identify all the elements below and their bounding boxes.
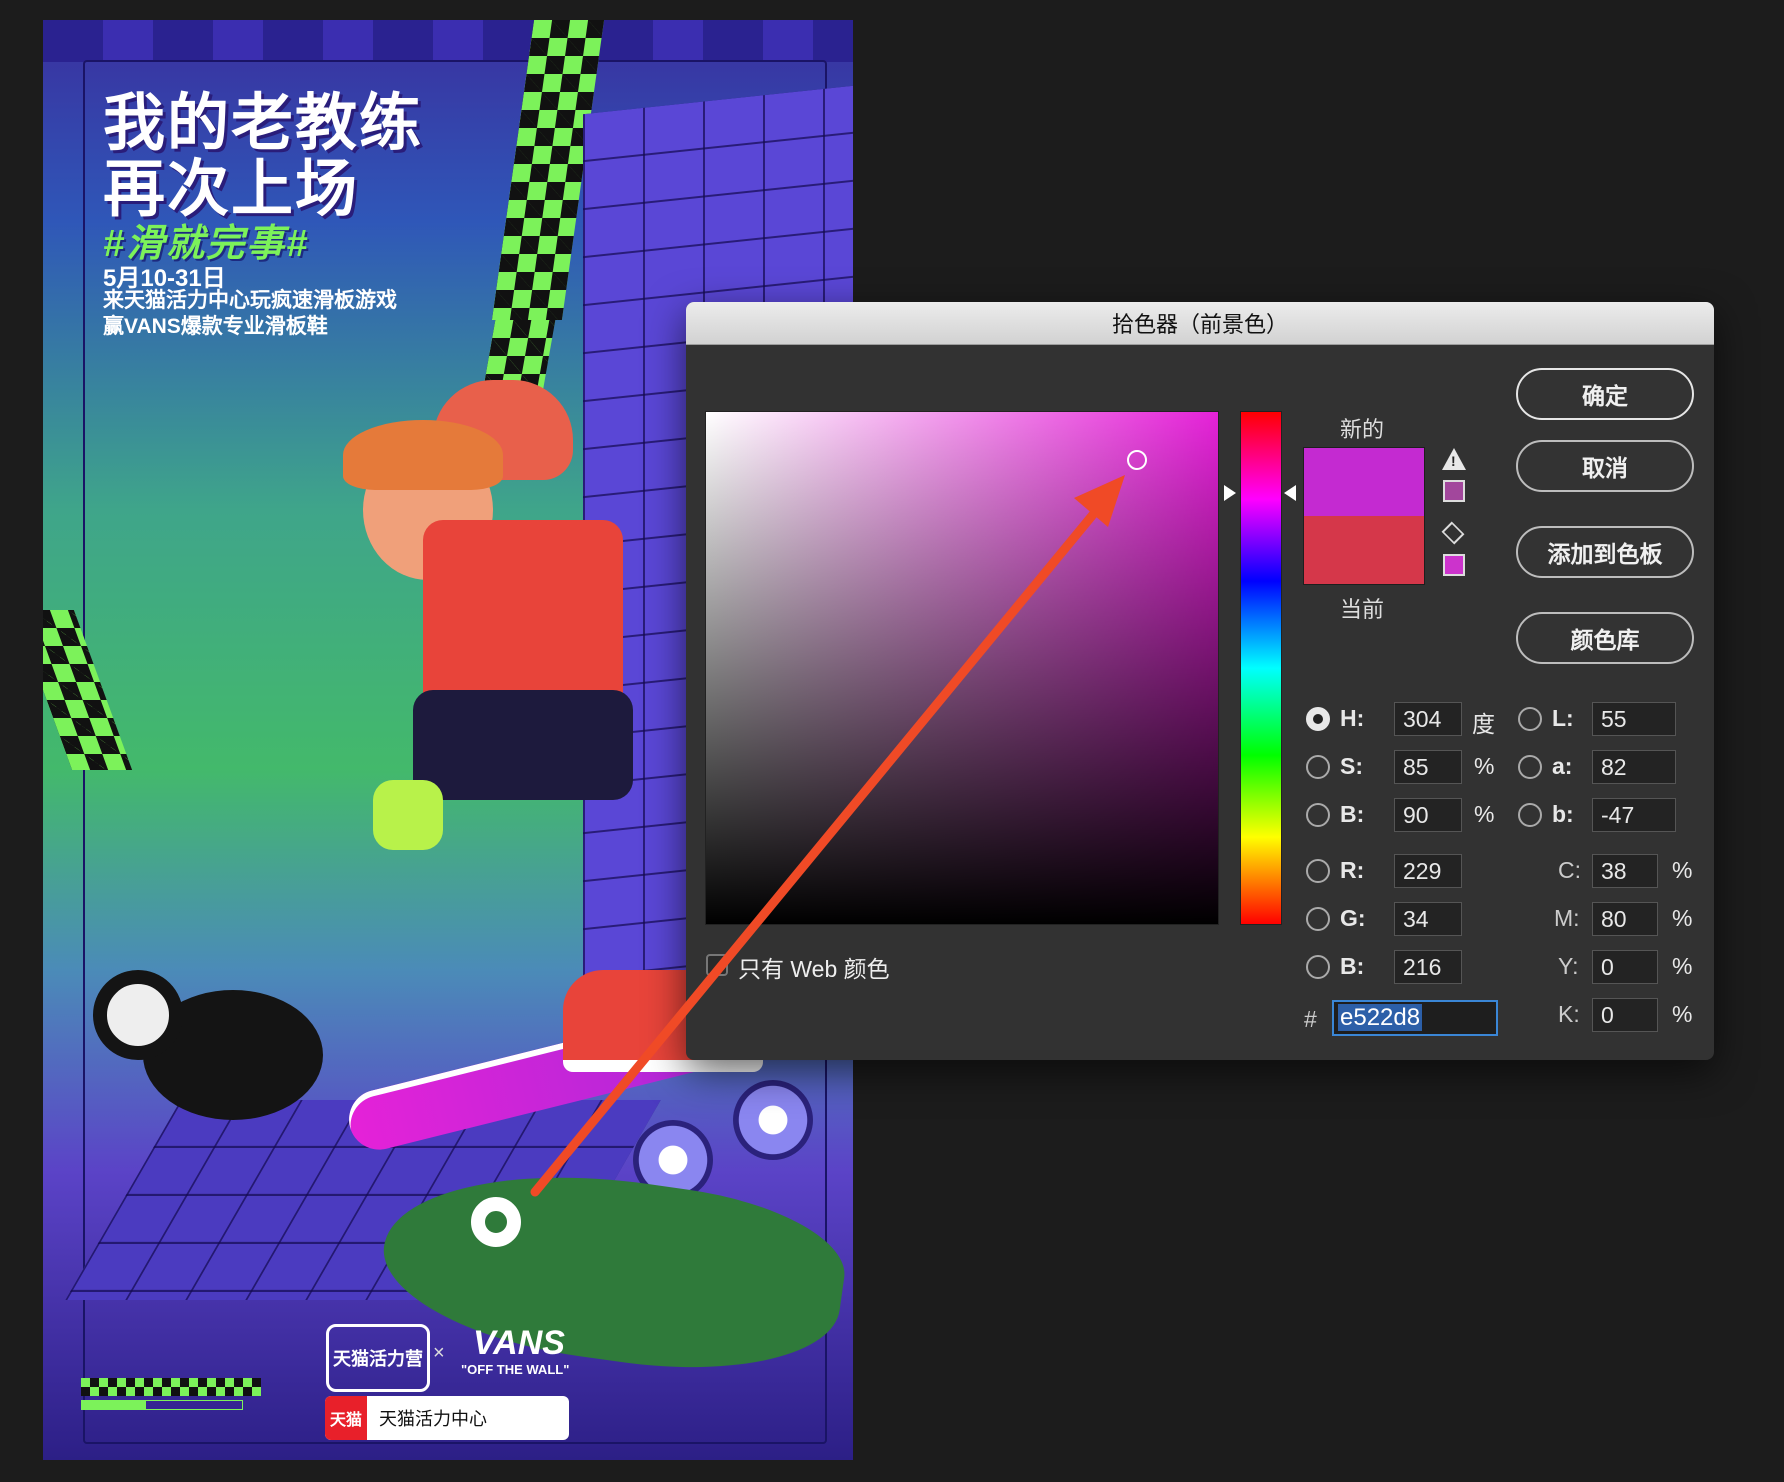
label-hue: H: <box>1340 705 1365 731</box>
label-blue: B: <box>1340 953 1365 979</box>
poster-top-frame <box>43 20 853 62</box>
radio-lab-b[interactable] <box>1518 803 1542 827</box>
unit-percent-s: % <box>1474 753 1495 779</box>
tmall-search-brand: 天猫 <box>325 1396 367 1440</box>
swatch-frame <box>1303 447 1425 585</box>
lab-b-input[interactable]: -47 <box>1592 798 1676 832</box>
progress-bar-bottom <box>81 1400 243 1410</box>
lab-a-input[interactable]: 82 <box>1592 750 1676 784</box>
radio-hue[interactable] <box>1306 707 1330 731</box>
poster-desc-line2: 赢VANS爆款专业滑板鞋 <box>103 315 328 338</box>
hue-slider-arrow-right-icon[interactable] <box>1284 485 1296 501</box>
tmall-search-bar: 天猫 天猫活力中心 <box>325 1396 569 1440</box>
unit-degree: 度 <box>1472 711 1495 737</box>
magenta-input[interactable]: 80 <box>1592 902 1658 936</box>
gamut-correction-swatch[interactable] <box>1443 480 1465 502</box>
new-color-label: 新的 <box>1340 417 1385 442</box>
label-yellow: Y: <box>1558 953 1579 979</box>
skateboard-wheel-2 <box>733 1080 813 1160</box>
color-picker-dialog: 拾色器（前景色） 新的 当前 ! 确定 取消 添加到色板 颜色库 H: 304 … <box>686 302 1714 1060</box>
label-saturation: S: <box>1340 753 1363 779</box>
checker-bar-bottom <box>81 1378 261 1396</box>
red-input[interactable]: 229 <box>1394 854 1462 888</box>
saturation-brightness-field[interactable] <box>706 412 1218 924</box>
logo-separator: × <box>433 1342 445 1364</box>
web-colors-only-label: 只有 Web 颜色 <box>738 956 890 982</box>
label-lightness: L: <box>1552 705 1574 731</box>
current-color-label: 当前 <box>1340 597 1385 622</box>
black-input[interactable]: 0 <box>1592 998 1658 1032</box>
cancel-button[interactable]: 取消 <box>1516 440 1694 492</box>
dog-figure <box>73 950 333 1150</box>
green-input[interactable]: 34 <box>1394 902 1462 936</box>
radio-blue[interactable] <box>1306 955 1330 979</box>
brightness-input[interactable]: 90 <box>1394 798 1462 832</box>
add-to-swatches-button[interactable]: 添加到色板 <box>1516 526 1694 578</box>
unit-percent-b: % <box>1474 801 1495 827</box>
radio-saturation[interactable] <box>1306 755 1330 779</box>
tmall-logo-text: 天猫活力营 <box>333 1349 423 1369</box>
web-safe-cube-icon[interactable] <box>1441 521 1465 545</box>
blue-input[interactable]: 216 <box>1394 950 1462 984</box>
unit-percent-c: % <box>1672 857 1693 883</box>
dialog-title: 拾色器（前景色） <box>1111 312 1288 337</box>
color-libraries-button[interactable]: 颜色库 <box>1516 612 1694 664</box>
hex-input[interactable]: e522d8 <box>1332 1000 1498 1036</box>
label-red: R: <box>1340 857 1365 883</box>
label-black: K: <box>1558 1001 1580 1027</box>
hex-label: # <box>1304 1006 1317 1032</box>
gamut-warning-mark: ! <box>1451 453 1456 469</box>
lab-l-input[interactable]: 55 <box>1592 702 1676 736</box>
unit-percent-y: % <box>1672 953 1693 979</box>
label-brightness: B: <box>1340 801 1365 827</box>
label-magenta: M: <box>1554 905 1580 931</box>
color-cursor[interactable] <box>1127 450 1147 470</box>
vans-tagline: "OFF THE WALL" <box>461 1362 570 1377</box>
radio-brightness[interactable] <box>1306 803 1330 827</box>
hue-slider-arrow-left-icon[interactable] <box>1224 485 1236 501</box>
unit-percent-m: % <box>1672 905 1693 931</box>
web-colors-only-checkbox[interactable] <box>706 954 728 976</box>
tmall-search-text: 天猫活力中心 <box>379 1409 487 1429</box>
unit-percent-k: % <box>1672 1001 1693 1027</box>
web-safe-swatch[interactable] <box>1443 554 1465 576</box>
vans-logo: VANS <box>473 1324 565 1362</box>
ok-button[interactable]: 确定 <box>1516 368 1694 420</box>
dialog-titlebar[interactable]: 拾色器（前景色） <box>686 302 1714 345</box>
label-cyan: C: <box>1558 857 1581 883</box>
radio-red[interactable] <box>1306 859 1330 883</box>
hex-value: e522d8 <box>1338 1004 1423 1031</box>
skater-figure <box>313 380 633 900</box>
label-lab-a: a: <box>1552 753 1573 779</box>
hue-slider[interactable] <box>1241 412 1281 924</box>
saturation-input[interactable]: 85 <box>1394 750 1462 784</box>
label-green: G: <box>1340 905 1366 931</box>
yellow-input[interactable]: 0 <box>1592 950 1658 984</box>
label-lab-b: b: <box>1552 801 1574 827</box>
radio-lab-a[interactable] <box>1518 755 1542 779</box>
radio-lightness[interactable] <box>1518 707 1542 731</box>
cyan-input[interactable]: 38 <box>1592 854 1658 888</box>
tmall-logo: 天猫活力营 <box>326 1324 430 1392</box>
radio-green[interactable] <box>1306 907 1330 931</box>
hue-input[interactable]: 304 <box>1394 702 1462 736</box>
